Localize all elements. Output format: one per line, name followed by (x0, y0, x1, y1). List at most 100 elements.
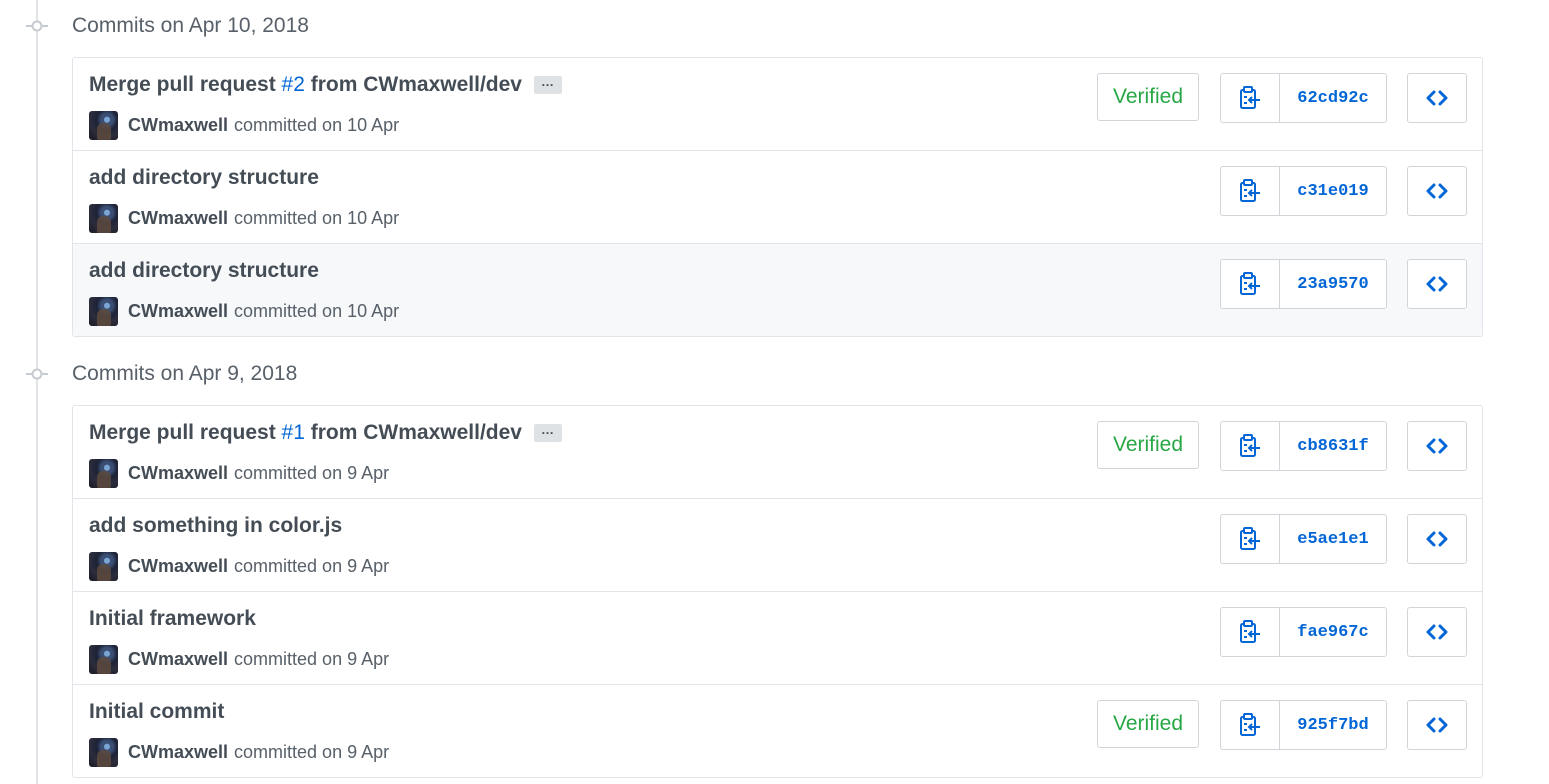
commit-message[interactable]: Merge pull request #1 from CWmaxwell/dev… (89, 421, 562, 445)
git-commit-icon (26, 368, 48, 380)
browse-repo-button[interactable] (1407, 514, 1467, 564)
commit-list: Merge pull request #2 from CWmaxwell/dev… (72, 57, 1483, 337)
author-link[interactable]: CWmaxwell (128, 742, 228, 763)
clipboard-copy-icon (1240, 86, 1260, 109)
verified-badge[interactable]: Verified (1097, 73, 1199, 121)
commit-message[interactable]: Initial commit (89, 700, 224, 724)
sha-button-group: 23a9570 (1220, 259, 1387, 309)
avatar[interactable] (89, 551, 118, 581)
author-link[interactable]: CWmaxwell (128, 115, 228, 136)
commit-sha-link[interactable]: c31e019 (1280, 167, 1386, 215)
git-commit-icon (26, 20, 48, 32)
commit-meta: CWmaxwell committed on 10 Apr (89, 296, 399, 326)
browse-repo-button[interactable] (1407, 700, 1467, 750)
commit-meta: CWmaxwell committed on 10 Apr (89, 203, 399, 233)
commit-group-title: Commits on Apr 10, 2018 (72, 14, 309, 37)
commit-row: Merge pull request #2 from CWmaxwell/dev… (73, 58, 1482, 150)
commit-group-header: Commits on Apr 9, 2018 (0, 348, 1549, 400)
sha-button-group: cb8631f (1220, 421, 1387, 471)
browse-repo-button[interactable] (1407, 259, 1467, 309)
commit-row: add something in color.js CWmaxwell comm… (73, 498, 1482, 591)
sha-button-group: c31e019 (1220, 166, 1387, 216)
copy-sha-button[interactable] (1221, 701, 1280, 749)
avatar[interactable] (89, 644, 118, 674)
commit-message[interactable]: add directory structure (89, 166, 319, 190)
browse-repo-button[interactable] (1407, 73, 1467, 123)
author-link[interactable]: CWmaxwell (128, 649, 228, 670)
copy-sha-button[interactable] (1221, 74, 1280, 122)
code-icon (1426, 717, 1448, 733)
avatar[interactable] (89, 296, 118, 326)
commit-sha-link[interactable]: fae967c (1280, 608, 1386, 656)
commit-meta: CWmaxwell committed on 9 Apr (89, 458, 389, 488)
copy-sha-button[interactable] (1221, 260, 1280, 308)
commit-date: committed on 9 Apr (234, 555, 390, 576)
author-link[interactable]: CWmaxwell (128, 556, 228, 577)
avatar[interactable] (89, 110, 118, 140)
commit-row: Initial commit CWmaxwell committed on 9 … (73, 684, 1482, 777)
commit-list: Merge pull request #1 from CWmaxwell/dev… (72, 405, 1483, 778)
commit-date: committed on 9 Apr (234, 648, 390, 669)
commit-message[interactable]: Initial framework (89, 607, 256, 631)
pull-request-link[interactable]: #1 (282, 421, 305, 444)
sha-button-group: 62cd92c (1220, 73, 1387, 123)
clipboard-copy-icon (1240, 179, 1260, 202)
code-icon (1426, 438, 1448, 454)
commit-date: committed on 9 Apr (234, 741, 390, 762)
avatar[interactable] (89, 737, 118, 767)
commit-date: committed on 10 Apr (234, 114, 400, 135)
avatar[interactable] (89, 458, 118, 488)
clipboard-copy-icon (1240, 434, 1260, 457)
commit-group-title: Commits on Apr 9, 2018 (72, 362, 298, 385)
clipboard-copy-icon (1240, 272, 1260, 295)
code-icon (1426, 531, 1448, 547)
commit-date: committed on 9 Apr (234, 462, 390, 483)
code-icon (1426, 624, 1448, 640)
verified-badge[interactable]: Verified (1097, 700, 1199, 748)
expand-message-button[interactable]: … (533, 423, 562, 443)
commit-message[interactable]: add directory structure (89, 259, 319, 283)
clipboard-copy-icon (1240, 620, 1260, 643)
commit-row: add directory structure CWmaxwell commit… (73, 150, 1482, 243)
commit-date: committed on 10 Apr (234, 207, 400, 228)
commit-meta: CWmaxwell committed on 9 Apr (89, 551, 389, 581)
copy-sha-button[interactable] (1221, 167, 1280, 215)
author-link[interactable]: CWmaxwell (128, 301, 228, 322)
commit-sha-link[interactable]: e5ae1e1 (1280, 515, 1386, 563)
clipboard-copy-icon (1240, 527, 1260, 550)
commit-meta: CWmaxwell committed on 9 Apr (89, 737, 389, 767)
browse-repo-button[interactable] (1407, 607, 1467, 657)
commit-message[interactable]: Merge pull request #2 from CWmaxwell/dev… (89, 73, 562, 97)
pull-request-link[interactable]: #2 (282, 73, 305, 96)
sha-button-group: e5ae1e1 (1220, 514, 1387, 564)
commit-row: add directory structure CWmaxwell commit… (73, 243, 1482, 336)
commit-group: Commits on Apr 10, 2018 Merge pull reque… (0, 0, 1549, 337)
avatar[interactable] (89, 203, 118, 233)
commit-meta: CWmaxwell committed on 9 Apr (89, 644, 389, 674)
author-link[interactable]: CWmaxwell (128, 208, 228, 229)
clipboard-copy-icon (1240, 713, 1260, 736)
code-icon (1426, 183, 1448, 199)
commit-sha-link[interactable]: 62cd92c (1280, 74, 1386, 122)
verified-badge[interactable]: Verified (1097, 421, 1199, 469)
copy-sha-button[interactable] (1221, 608, 1280, 656)
browse-repo-button[interactable] (1407, 166, 1467, 216)
commit-group-header: Commits on Apr 10, 2018 (0, 0, 1549, 52)
commit-sha-link[interactable]: cb8631f (1280, 422, 1386, 470)
copy-sha-button[interactable] (1221, 422, 1280, 470)
commit-row: Initial framework CWmaxwell committed on… (73, 591, 1482, 684)
sha-button-group: fae967c (1220, 607, 1387, 657)
code-icon (1426, 90, 1448, 106)
commit-sha-link[interactable]: 925f7bd (1280, 701, 1386, 749)
browse-repo-button[interactable] (1407, 421, 1467, 471)
commit-row: Merge pull request #1 from CWmaxwell/dev… (73, 406, 1482, 498)
commit-message[interactable]: add something in color.js (89, 514, 342, 538)
commit-date: committed on 10 Apr (234, 300, 400, 321)
author-link[interactable]: CWmaxwell (128, 463, 228, 484)
commit-sha-link[interactable]: 23a9570 (1280, 260, 1386, 308)
code-icon (1426, 276, 1448, 292)
expand-message-button[interactable]: … (533, 75, 562, 95)
commit-group: Commits on Apr 9, 2018 Merge pull reques… (0, 348, 1549, 778)
sha-button-group: 925f7bd (1220, 700, 1387, 750)
copy-sha-button[interactable] (1221, 515, 1280, 563)
